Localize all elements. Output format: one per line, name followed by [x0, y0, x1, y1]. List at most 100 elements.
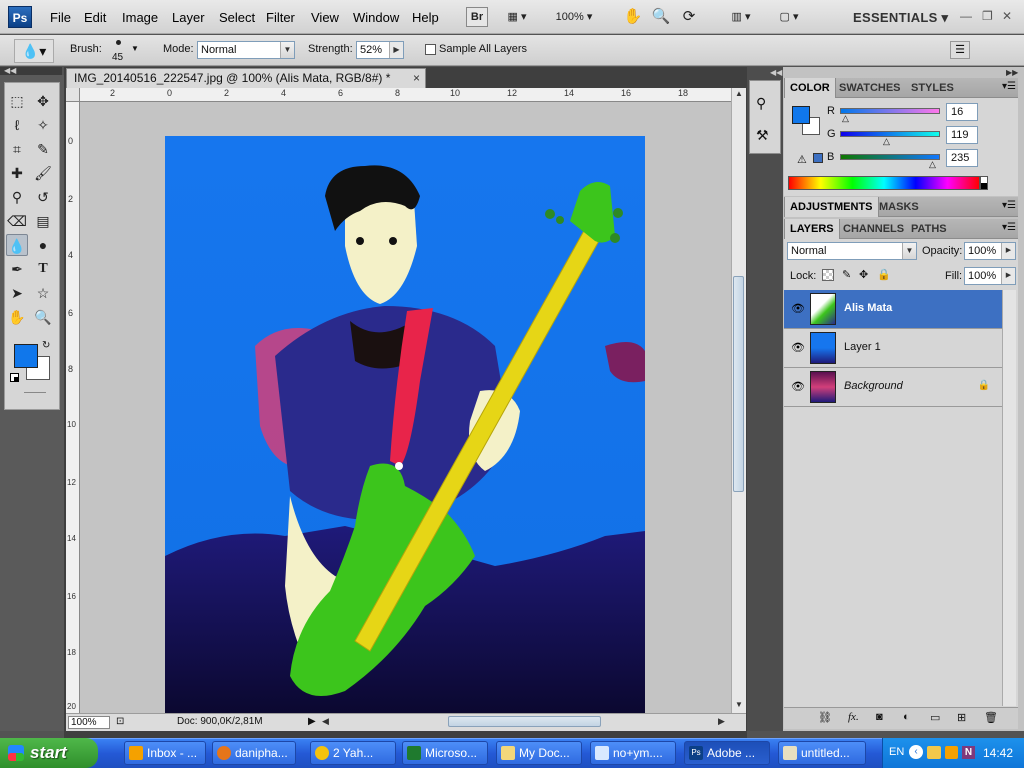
clone-source-icon[interactable]: ⚲	[756, 95, 766, 112]
path-selection-icon[interactable]: ➤	[6, 282, 28, 304]
color-ramp-bw[interactable]	[980, 176, 988, 190]
taskbar-item[interactable]: Inbox - ...	[124, 741, 206, 765]
tab-channels[interactable]: CHANNELS	[838, 219, 909, 239]
eye-icon[interactable]: 👁	[791, 380, 805, 394]
fill-input[interactable]: 100% ▶	[964, 267, 1016, 285]
panel-menu-icon[interactable]: ▾☰	[1002, 81, 1016, 92]
expand-dock-icon[interactable]: ▶▶	[1006, 68, 1018, 77]
tab-swatches[interactable]: SWATCHES	[834, 78, 906, 98]
green-slider[interactable]	[840, 131, 940, 137]
arrange-documents-button[interactable]: ▥ ▾	[724, 7, 758, 27]
lasso-tool-icon[interactable]: ℓ	[6, 114, 28, 136]
zoom-tool-icon[interactable]: 🔍	[650, 7, 672, 27]
new-group-icon[interactable]: ▭	[930, 711, 940, 724]
opacity-input[interactable]: 100% ▶	[964, 242, 1016, 260]
lock-transparency-icon[interactable]	[822, 269, 834, 281]
menu-help[interactable]: Help	[412, 10, 439, 25]
taskbar-item[interactable]: untitled...	[778, 741, 866, 765]
language-indicator[interactable]: EN	[889, 746, 904, 758]
taskbar-item[interactable]: no+ym....	[590, 741, 676, 765]
tab-paths[interactable]: PATHS	[906, 219, 952, 239]
swap-colors-icon[interactable]: ↻	[42, 340, 50, 351]
tab-layers[interactable]: LAYERS	[784, 219, 840, 239]
magic-wand-icon[interactable]: ✧	[32, 114, 54, 136]
minimize-icon[interactable]: —	[960, 9, 972, 23]
default-colors-icon[interactable]	[10, 373, 19, 382]
color-ramp[interactable]	[788, 176, 980, 190]
status-menu-arrow-icon[interactable]: ▶	[308, 716, 316, 727]
clone-stamp-icon[interactable]: ⚲	[6, 186, 28, 208]
tab-masks[interactable]: MASKS	[874, 197, 924, 217]
gradient-tool-icon[interactable]: ▤	[32, 210, 54, 232]
tab-styles[interactable]: STYLES	[906, 78, 959, 98]
hand-tool-icon[interactable]: ✋	[6, 306, 28, 328]
tray-mail-icon[interactable]	[927, 746, 941, 759]
lock-all-icon[interactable]: 🔒	[877, 268, 891, 281]
status-icon[interactable]: ⊡	[116, 716, 124, 727]
brush-picker[interactable]: 45 ▼	[106, 38, 140, 64]
blend-mode-select[interactable]: Normal ▼	[787, 242, 917, 260]
marquee-tool-icon[interactable]: ⬚	[6, 90, 28, 112]
document-tab[interactable]: IMG_20140516_222547.jpg @ 100% (Alis Mat…	[66, 68, 426, 88]
layers-scrollbar[interactable]	[1002, 290, 1016, 706]
scroll-up-icon[interactable]: ▲	[733, 89, 745, 101]
type-tool-icon[interactable]: T	[32, 258, 54, 280]
scroll-left-icon[interactable]: ◀	[322, 716, 329, 727]
move-tool-icon[interactable]: ✥	[32, 90, 54, 112]
mode-select[interactable]: Normal ▼	[197, 41, 295, 59]
lock-position-icon[interactable]: ✥	[859, 268, 868, 281]
red-slider[interactable]	[840, 108, 940, 114]
red-slider-handle[interactable]: △	[842, 113, 849, 124]
color-panel-foreground[interactable]	[792, 106, 810, 124]
layer-style-icon[interactable]: fx.	[848, 711, 859, 723]
new-layer-icon[interactable]: ⊞	[957, 711, 966, 724]
red-value-input[interactable]: 16	[946, 103, 978, 121]
gamut-swatch[interactable]	[813, 153, 823, 163]
blue-value-input[interactable]: 235	[946, 149, 978, 167]
healing-brush-icon[interactable]: ✚	[6, 162, 28, 184]
zoom-tool-icon[interactable]: 🔍	[32, 306, 54, 328]
tray-office-icon[interactable]	[945, 746, 958, 759]
adjustment-layer-icon[interactable]: ◐	[903, 711, 910, 723]
link-layers-icon[interactable]: ⛓	[818, 711, 832, 724]
eye-icon[interactable]: 👁	[791, 302, 805, 316]
layer-row[interactable]: 👁 Layer 1	[784, 329, 1002, 368]
menu-select[interactable]: Select	[219, 10, 255, 25]
panel-menu-icon[interactable]: ▾☰	[1002, 200, 1016, 211]
sample-all-layers-checkbox[interactable]	[425, 44, 436, 55]
restore-icon[interactable]: ❐	[982, 9, 993, 23]
foreground-color-swatch[interactable]	[14, 344, 38, 368]
bridge-button[interactable]: Br	[466, 7, 488, 27]
document-image[interactable]	[165, 136, 645, 713]
taskbar-item[interactable]: Microso...	[402, 741, 488, 765]
blue-slider[interactable]	[840, 154, 940, 160]
onenote-icon[interactable]: N	[962, 746, 975, 759]
menu-filter[interactable]: Filter	[266, 10, 295, 25]
scroll-right-icon[interactable]: ▶	[718, 716, 725, 727]
close-icon[interactable]: ✕	[1002, 9, 1012, 23]
menu-edit[interactable]: Edit	[84, 10, 106, 25]
menu-image[interactable]: Image	[122, 10, 158, 25]
menu-layer[interactable]: Layer	[172, 10, 205, 25]
delete-layer-icon[interactable]: 🗑	[984, 711, 998, 724]
ruler-origin[interactable]	[66, 88, 80, 102]
quick-mask-icon[interactable]	[24, 392, 46, 393]
gamut-warning-icon[interactable]: ⚠	[797, 153, 807, 166]
lock-pixels-icon[interactable]: ✎	[842, 268, 851, 281]
tray-expand-icon[interactable]: ‹	[909, 745, 923, 759]
close-icon[interactable]: ×	[413, 69, 420, 87]
menu-view[interactable]: View	[311, 10, 339, 25]
panel-menu-icon[interactable]: ☰	[950, 41, 970, 59]
blur-tool-icon[interactable]: 💧	[6, 234, 28, 256]
shape-tool-icon[interactable]: ☆	[32, 282, 54, 304]
crop-tool-icon[interactable]: ⌗	[6, 138, 28, 160]
view-extras-button[interactable]: ▦ ▾	[500, 7, 534, 27]
scroll-down-icon[interactable]: ▼	[733, 700, 745, 712]
panel-menu-icon[interactable]: ▾☰	[1002, 222, 1016, 233]
layer-row[interactable]: 👁 Alis Mata	[784, 290, 1002, 329]
menu-file[interactable]: File	[50, 10, 71, 25]
taskbar-item[interactable]: 2 Yah...	[310, 741, 396, 765]
eyedropper-icon[interactable]: ✎	[32, 138, 54, 160]
vertical-scroll-thumb[interactable]	[733, 276, 744, 492]
tab-adjustments[interactable]: ADJUSTMENTS	[784, 197, 879, 217]
